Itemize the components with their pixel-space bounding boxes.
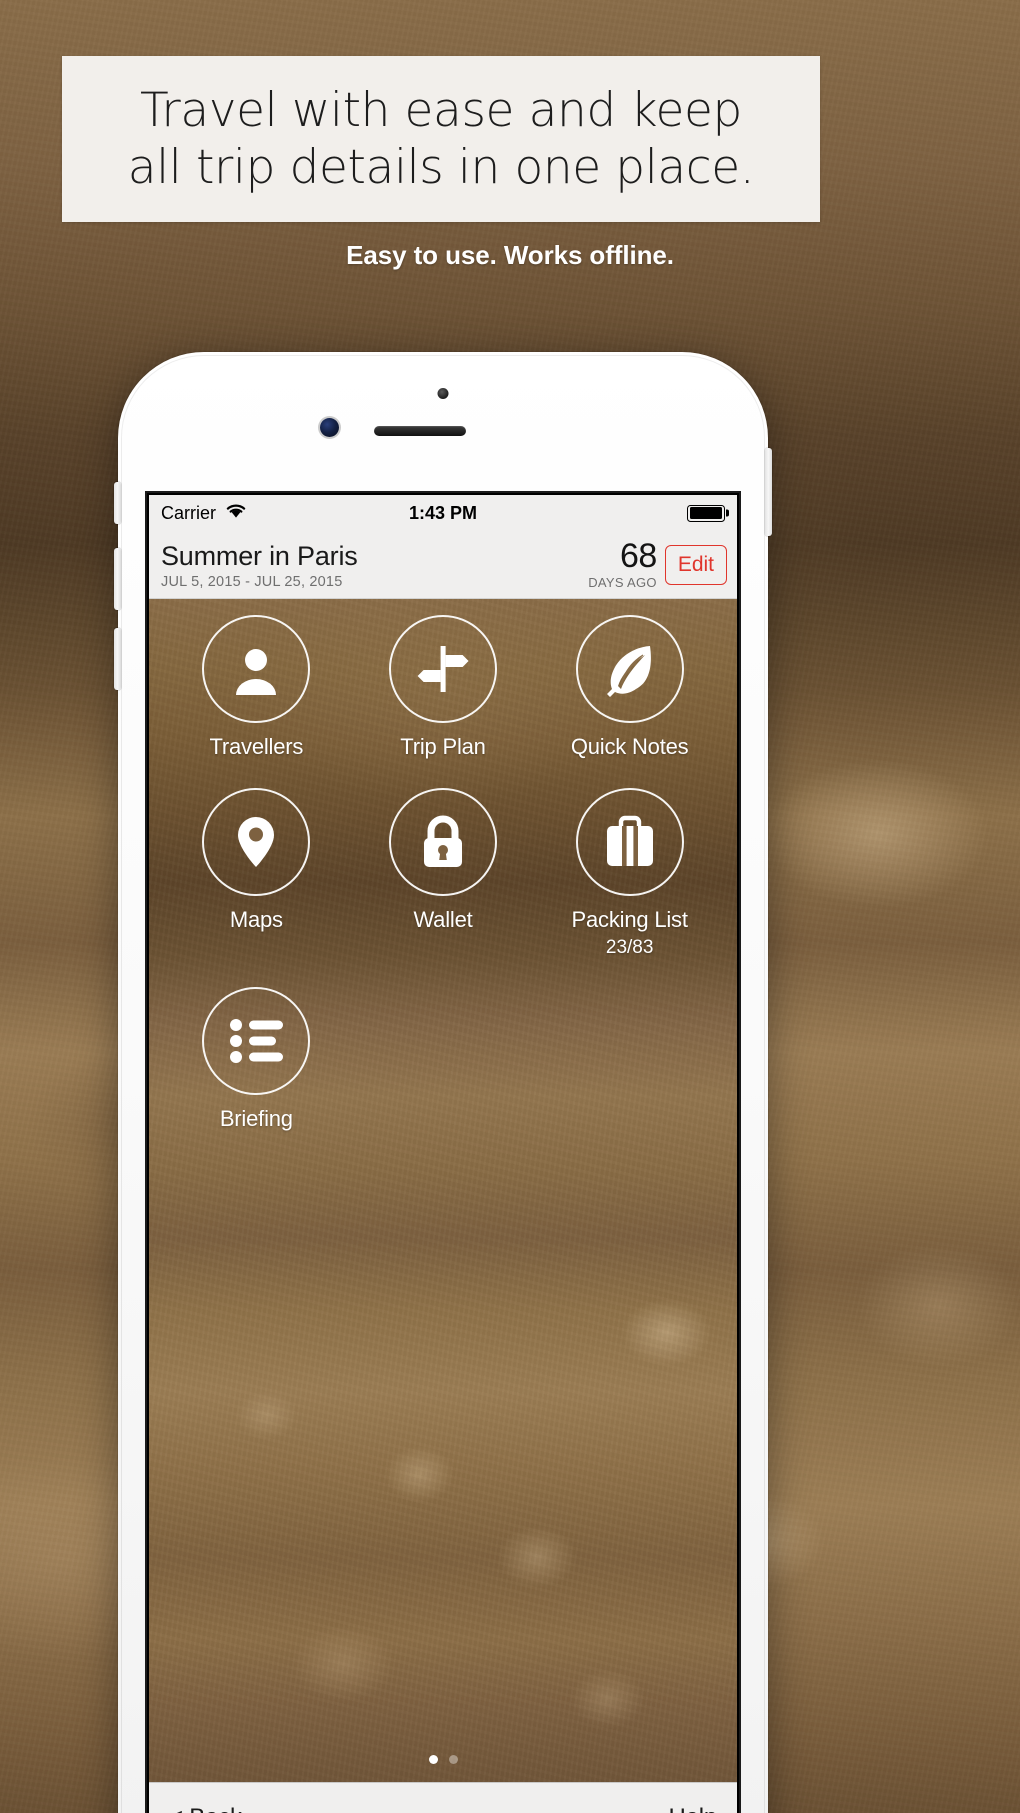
tile-trip-plan-circle [388, 615, 497, 723]
back-button[interactable]: < Back [169, 1804, 242, 1813]
status-bar: Carrier 1:43 PM [149, 495, 737, 531]
volume-down-button[interactable] [114, 628, 121, 690]
person-icon [228, 641, 284, 697]
battery-fill [689, 507, 723, 519]
wifi-icon [225, 502, 247, 524]
page-dot-1[interactable] [428, 1755, 438, 1764]
edit-button[interactable]: Edit [664, 544, 727, 585]
help-button[interactable]: Help [668, 1804, 717, 1813]
tile-travellers[interactable]: Travellers [163, 615, 350, 760]
proximity-sensor-icon [437, 388, 449, 399]
tile-packing-list-count: 23/83 [605, 937, 654, 958]
dashboard-tile-grid: Travellers Trip Plan Quick Notes Maps Wa… [149, 615, 737, 1132]
earpiece-speaker [374, 426, 466, 436]
days-ago-label: DAYS AGO [588, 575, 657, 590]
tile-packing-list-label: Packing List [571, 907, 688, 932]
tile-wallet-circle [388, 788, 497, 896]
tile-quick-notes[interactable]: Quick Notes [536, 615, 723, 760]
tile-travellers-label: Travellers [209, 734, 304, 759]
trip-header-right: 68 DAYS AGO Edit [588, 539, 727, 590]
tile-trip-plan[interactable]: Trip Plan [350, 615, 537, 760]
page-indicator[interactable] [149, 1755, 737, 1764]
promo-headline-line-2: all trip details in one place. [127, 140, 755, 195]
tile-wallet[interactable]: Wallet [350, 788, 537, 959]
tile-wallet-label: Wallet [413, 907, 473, 932]
promo-headline-line-1: Travel with ease and keep [140, 83, 742, 138]
feather-icon [602, 641, 658, 697]
tile-packing-list-circle [575, 788, 684, 896]
status-bar-right [687, 504, 725, 522]
phone-screen: Carrier 1:43 PM Summer in Paris JUL 5, 2… [147, 493, 739, 1813]
bullet-list-icon [228, 1018, 284, 1064]
carrier-label: Carrier [161, 502, 217, 523]
screenshot-stage: Travel with ease and keep all trip detai… [0, 0, 1020, 1813]
tile-briefing-circle [202, 987, 311, 1095]
tile-travellers-circle [202, 615, 311, 723]
promo-subtitle: Easy to use. Works offline. [346, 240, 674, 270]
silent-switch[interactable] [114, 482, 121, 524]
volume-up-button[interactable] [114, 548, 121, 610]
tile-trip-plan-label: Trip Plan [400, 734, 486, 759]
tile-quick-notes-label: Quick Notes [570, 734, 689, 759]
padlock-icon [418, 813, 468, 871]
power-button[interactable] [765, 448, 772, 536]
status-bar-left: Carrier [161, 502, 247, 524]
trip-header-bar: Summer in Paris JUL 5, 2015 - JUL 25, 20… [149, 531, 737, 599]
trip-dates: JUL 5, 2015 - JUL 25, 2015 [161, 573, 343, 590]
promo-headline-banner: Travel with ease and keep all trip detai… [62, 56, 820, 222]
trip-dashboard: Travellers Trip Plan Quick Notes Maps Wa… [149, 599, 737, 1782]
tile-quick-notes-circle [575, 615, 684, 723]
battery-icon [687, 504, 725, 522]
tile-maps[interactable]: Maps [163, 788, 350, 959]
suitcase-icon [603, 814, 657, 870]
trip-meta: Summer in Paris JUL 5, 2015 - JUL 25, 20… [161, 540, 358, 590]
tile-briefing-label: Briefing [219, 1106, 293, 1131]
map-pin-icon [230, 813, 282, 871]
bottom-toolbar: < Back Help [149, 1782, 737, 1813]
trip-title: Summer in Paris [161, 540, 358, 571]
days-ago-block: 68 DAYS AGO [588, 539, 657, 590]
front-camera-icon [320, 418, 339, 437]
days-ago-count: 68 [619, 537, 657, 575]
tile-briefing[interactable]: Briefing [163, 987, 350, 1132]
app-screen-content: Carrier 1:43 PM Summer in Paris JUL 5, 2… [149, 495, 737, 1813]
page-dot-2[interactable] [448, 1755, 458, 1764]
tile-packing-list[interactable]: Packing List 23/83 [536, 788, 723, 959]
phone-device: Carrier 1:43 PM Summer in Paris JUL 5, 2… [114, 352, 772, 1813]
tile-maps-circle [202, 788, 311, 896]
signpost-icon [414, 640, 472, 698]
tile-maps-label: Maps [229, 907, 283, 932]
